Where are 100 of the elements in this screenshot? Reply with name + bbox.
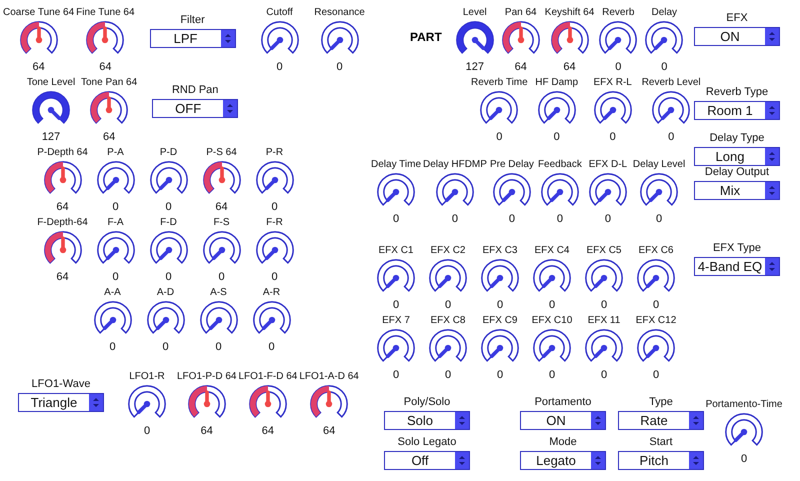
knob-value: 0	[271, 271, 278, 284]
knob-value: 64	[215, 201, 228, 214]
knob-value: 0	[268, 341, 275, 354]
knob-label: Delay HFDMP	[423, 158, 487, 171]
dropdown-label: Delay Type	[710, 132, 764, 145]
spinner-icon	[89, 394, 103, 411]
knob-label: HF Damp	[535, 76, 578, 89]
knob-value: 0	[600, 369, 608, 382]
knob-label: Reverb Time	[471, 76, 528, 89]
dropdown-label: Poly/Solo	[404, 396, 450, 409]
knob-value: 64	[322, 425, 336, 438]
knob-label: EFX C2	[430, 244, 466, 257]
knob-label: EFX C9	[482, 314, 518, 327]
knob-value: 0	[276, 61, 283, 74]
knob-value: 64	[200, 425, 213, 438]
dropdown[interactable]: OFF	[152, 99, 238, 118]
dropdown-label: Solo Legato	[398, 436, 456, 449]
knob-label: LFO1-F-D 64	[238, 370, 298, 383]
knob-value: 0	[548, 369, 556, 382]
dropdown[interactable]: Mix	[694, 181, 780, 200]
knob-label: F-Depth-64	[37, 216, 88, 229]
knob-value: 0	[165, 271, 172, 284]
knob-label: EFX C8	[430, 314, 466, 327]
dropdown-label: Portamento	[534, 396, 592, 409]
knob-label: EFX 7	[382, 314, 410, 327]
knob-label: EFX R-L	[594, 76, 632, 89]
knob-label: A-D	[156, 286, 174, 299]
knob-value: 0	[392, 369, 400, 382]
knob-value: 0	[392, 213, 400, 226]
knob-label: EFX D-L	[588, 158, 628, 171]
knob-label: Portamento-Time	[706, 398, 782, 411]
knob-label: A-A	[104, 286, 121, 299]
knob-label: LFO1-A-D 64	[299, 370, 359, 383]
knob-label: Pre Delay	[490, 158, 534, 171]
knob-value: 0	[496, 369, 504, 382]
dropdown-label: Reverb Type	[706, 86, 768, 99]
knob-value: 64	[514, 61, 527, 74]
dropdown[interactable]: Long	[694, 147, 780, 166]
dropdown-label: RND Pan	[172, 84, 218, 97]
dropdown[interactable]: Solo	[384, 411, 470, 430]
knob-value: 0	[554, 131, 560, 144]
knob-value: 0	[615, 61, 622, 74]
knob-value: 0	[496, 131, 502, 144]
knob-label: EFX C5	[586, 244, 622, 257]
knob-value: 0	[652, 369, 660, 382]
knob-value: 0	[444, 369, 452, 382]
knob-label: P-A	[107, 146, 124, 159]
dropdown[interactable]: 4-Band EQ	[694, 257, 780, 276]
knob-value: 127	[466, 61, 484, 74]
spinner-icon	[220, 30, 235, 47]
dropdown-label: Type	[649, 396, 673, 409]
spinner-icon	[765, 102, 779, 119]
dropdown[interactable]: Pitch	[618, 451, 704, 470]
dropdown[interactable]: Legato	[520, 451, 606, 470]
knob-value: 0	[496, 299, 504, 312]
knob-value: 0	[661, 61, 668, 74]
knob-label: Reverb	[602, 6, 634, 19]
knob-value: 0	[604, 213, 611, 226]
knob-value: 0	[556, 213, 563, 226]
knob-label: LFO1-R	[129, 370, 165, 383]
knob-value: 0	[109, 341, 116, 354]
knob-label: F-S	[213, 216, 230, 229]
knob-label: P-R	[266, 146, 284, 159]
knob-label: P-S 64	[206, 146, 237, 159]
spinner-icon	[689, 412, 703, 429]
dropdown-label: Mode	[549, 436, 577, 449]
knob-label: EFX C4	[534, 244, 570, 257]
knob-label: A-S	[210, 286, 227, 299]
dropdown[interactable]: Rate	[618, 411, 704, 430]
dropdown[interactable]: ON	[520, 411, 606, 430]
spinner-icon	[765, 258, 779, 275]
spinner-icon	[223, 100, 238, 117]
knob-label: Coarse Tune 64	[3, 6, 74, 19]
dropdown[interactable]: Triangle	[18, 393, 104, 412]
spinner-icon	[765, 148, 779, 165]
knob-label: Level	[462, 6, 487, 19]
spinner-icon	[765, 182, 779, 199]
knob-value: 64	[563, 61, 576, 74]
knob-label: Feedback	[538, 158, 582, 171]
dropdown[interactable]: LPF	[150, 29, 236, 48]
dropdown[interactable]: ON	[694, 27, 780, 46]
dropdown-label: LFO1-Wave	[32, 378, 90, 391]
spinner-icon	[765, 28, 779, 45]
spinner-icon	[455, 412, 469, 429]
knob-value: 0	[162, 341, 169, 354]
section-label: PART	[410, 29, 442, 46]
knob-value: 64	[102, 131, 116, 144]
dropdown-label: EFX	[726, 12, 748, 25]
knob-label: EFX C12	[636, 314, 676, 327]
knob-label: EFX C6	[638, 244, 674, 257]
knob-value: 0	[444, 299, 452, 312]
dropdown[interactable]: Off	[384, 451, 470, 470]
spinner-icon	[591, 412, 605, 429]
dropdown-label: EFX Type	[712, 242, 762, 255]
spinner-icon	[591, 452, 605, 469]
knob-label: P-D	[160, 146, 178, 159]
knob-label: Tone Pan 64	[81, 76, 138, 89]
knob-label: EFX C3	[482, 244, 518, 257]
dropdown[interactable]: Room 1	[694, 101, 780, 120]
knob-value: 64	[99, 61, 112, 74]
